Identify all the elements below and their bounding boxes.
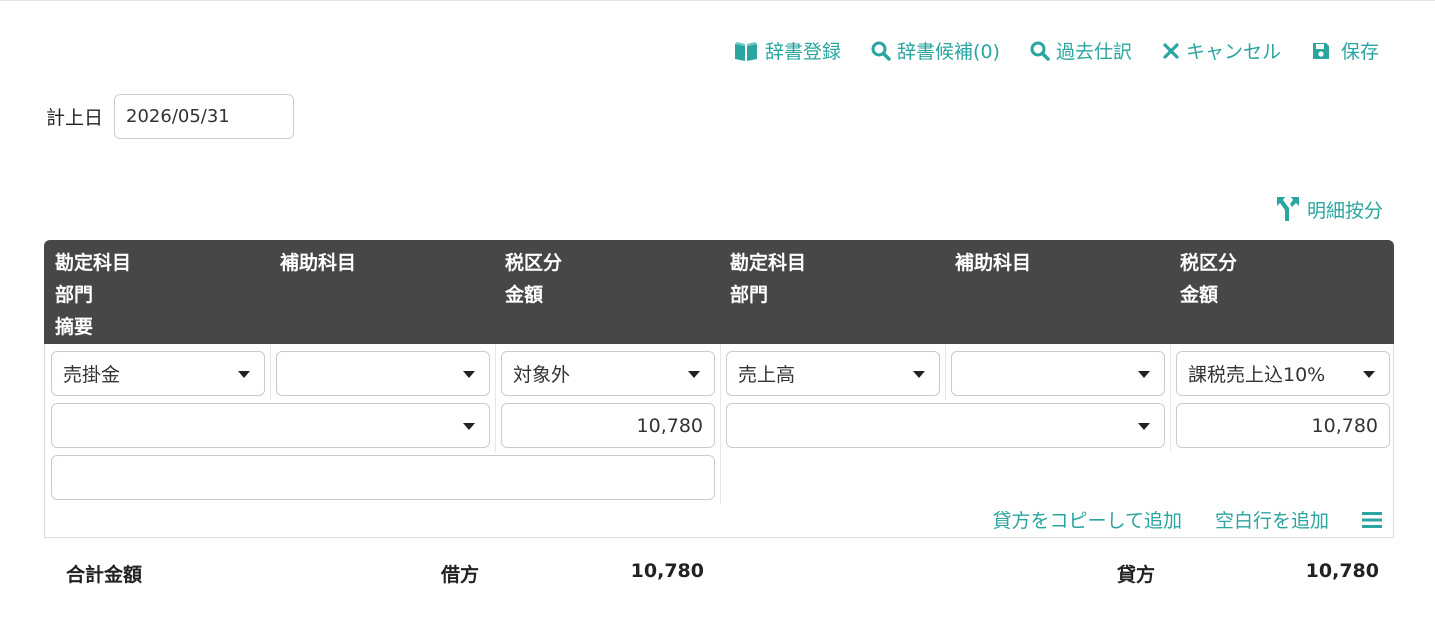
totals-label: 合計金額 bbox=[66, 564, 143, 586]
header-credit-amount: 金額 bbox=[1180, 284, 1219, 306]
row-actions: 貸方をコピーして追加 空白行を追加 bbox=[960, 506, 1382, 533]
caret-down-icon bbox=[463, 423, 475, 430]
save-button[interactable]: 保存 bbox=[1311, 37, 1379, 64]
debit-sub-account-select[interactable] bbox=[276, 351, 490, 396]
totals-debit-value: 10,780 bbox=[630, 560, 704, 582]
column-divider bbox=[945, 344, 946, 400]
caret-down-icon bbox=[463, 371, 475, 378]
column-divider bbox=[495, 344, 496, 452]
debit-header-col1: 勘定科目 部門 摘要 bbox=[55, 247, 131, 343]
header-debit-amount: 金額 bbox=[505, 284, 544, 306]
line-split-label: 明細按分 bbox=[1306, 199, 1383, 222]
search-icon bbox=[1030, 41, 1050, 61]
debit-header-col3: 税区分 金額 bbox=[505, 247, 562, 311]
debit-dept-select[interactable] bbox=[51, 403, 490, 448]
past-entries-label: 過去仕訳 bbox=[1055, 41, 1132, 63]
credit-header-col1: 勘定科目 部門 bbox=[730, 247, 806, 311]
credit-tax-value: 課税売上込10% bbox=[1188, 364, 1326, 386]
credit-header-col2: 補助科目 bbox=[955, 247, 1031, 279]
debit-tax-select[interactable]: 対象外 bbox=[501, 351, 715, 396]
dict-register-label: 辞書登録 bbox=[765, 41, 842, 63]
copy-credit-add-link[interactable]: 貸方をコピーして追加 bbox=[993, 506, 1182, 533]
search-icon bbox=[871, 41, 891, 61]
cancel-label: キャンセル bbox=[1185, 41, 1281, 63]
past-entries-button[interactable]: 過去仕訳 bbox=[1030, 37, 1132, 64]
line-split-button[interactable]: 明細按分 bbox=[1273, 194, 1383, 224]
credit-amount-value: 10,780 bbox=[1311, 414, 1378, 437]
credit-header-col3: 税区分 金額 bbox=[1180, 247, 1237, 311]
header-credit-account: 勘定科目 bbox=[730, 252, 807, 274]
credit-account-value: 売上高 bbox=[738, 364, 796, 386]
totals-debit-label: 借方 bbox=[441, 564, 480, 586]
save-label: 保存 bbox=[1340, 41, 1379, 63]
credit-tax-select[interactable]: 課税売上込10% bbox=[1176, 351, 1390, 396]
caret-down-icon bbox=[688, 371, 700, 378]
add-blank-row-link[interactable]: 空白行を追加 bbox=[1215, 506, 1329, 533]
split-arrows-icon bbox=[1276, 197, 1299, 221]
toolbar: 辞書登録 辞書候補(0) 過去仕訳 キャンセル 保存 bbox=[703, 37, 1379, 64]
caret-down-icon bbox=[1138, 423, 1150, 430]
debit-header-col2: 補助科目 bbox=[280, 247, 356, 279]
debit-amount-input[interactable]: 10,780 bbox=[501, 403, 715, 448]
header-credit-tax: 税区分 bbox=[1180, 252, 1238, 274]
credit-amount-input[interactable]: 10,780 bbox=[1176, 403, 1390, 448]
column-divider bbox=[1170, 344, 1171, 452]
caret-down-icon bbox=[238, 371, 250, 378]
header-debit-memo: 摘要 bbox=[55, 316, 94, 338]
column-divider bbox=[720, 344, 721, 504]
caret-down-icon bbox=[1363, 371, 1375, 378]
header-debit-sub: 補助科目 bbox=[280, 252, 357, 274]
debit-account-select[interactable]: 売掛金 bbox=[51, 351, 265, 396]
header-credit-sub: 補助科目 bbox=[955, 252, 1032, 274]
credit-dept-select[interactable] bbox=[726, 403, 1165, 448]
header-debit-tax: 税区分 bbox=[505, 252, 563, 274]
caret-down-icon bbox=[1138, 371, 1150, 378]
totals-credit-label: 貸方 bbox=[1117, 564, 1156, 586]
dict-candidates-button[interactable]: 辞書候補(0) bbox=[871, 37, 1000, 64]
book-icon bbox=[735, 41, 758, 61]
credit-account-select[interactable]: 売上高 bbox=[726, 351, 940, 396]
dict-candidates-label: 辞書候補(0) bbox=[897, 41, 1000, 63]
debit-amount-value: 10,780 bbox=[636, 414, 703, 437]
posting-date-label: 計上日 bbox=[46, 107, 104, 129]
header-debit-account: 勘定科目 bbox=[55, 252, 132, 274]
column-divider bbox=[270, 344, 271, 400]
totals-row: 合計金額 借方 10,780 貸方 10,780 bbox=[44, 560, 1394, 590]
debit-tax-value: 対象外 bbox=[513, 364, 571, 386]
journal-grid-header: 勘定科目 部門 摘要 補助科目 税区分 金額 勘定科目 部門 補助科目 税区分 … bbox=[44, 240, 1394, 344]
posting-date-row: 計上日 bbox=[46, 94, 295, 139]
memo-input[interactable] bbox=[51, 455, 715, 500]
debit-account-value: 売掛金 bbox=[63, 364, 121, 386]
header-debit-dept: 部門 bbox=[55, 284, 94, 306]
floppy-disk-icon bbox=[1312, 42, 1329, 59]
totals-credit-value: 10,780 bbox=[1305, 560, 1379, 582]
cancel-button[interactable]: キャンセル bbox=[1162, 37, 1281, 64]
close-icon bbox=[1163, 42, 1179, 59]
posting-date-input[interactable] bbox=[114, 94, 295, 139]
dict-register-button[interactable]: 辞書登録 bbox=[733, 37, 841, 64]
menu-icon[interactable] bbox=[1362, 511, 1382, 529]
caret-down-icon bbox=[913, 371, 925, 378]
header-credit-dept: 部門 bbox=[730, 284, 769, 306]
credit-sub-account-select[interactable] bbox=[951, 351, 1165, 396]
